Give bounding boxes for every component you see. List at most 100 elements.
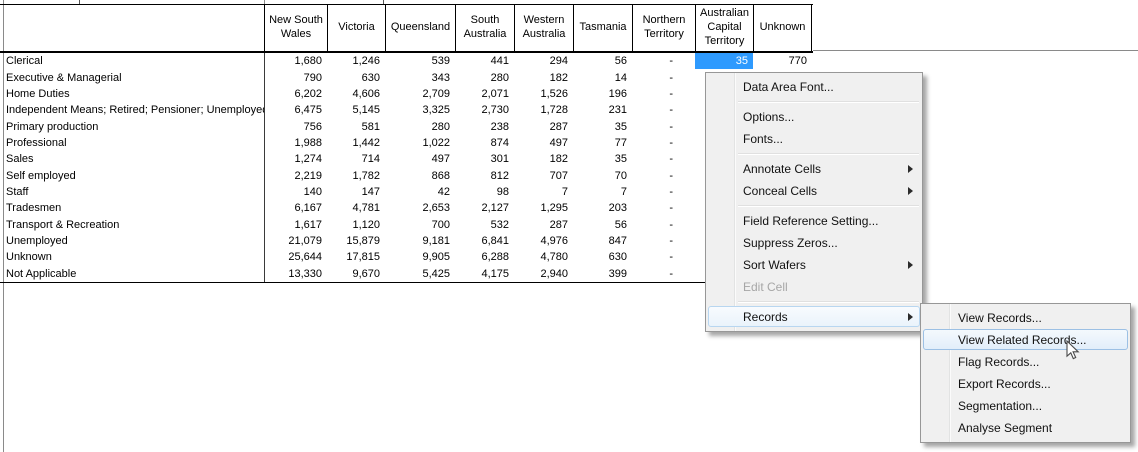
row-label[interactable]: Executive & Managerial: [0, 69, 264, 85]
column-header-south-australia[interactable]: South Australia: [455, 4, 514, 52]
menu-item-annotate-cells[interactable]: Annotate Cells: [706, 158, 922, 180]
data-cell[interactable]: 2,709: [385, 86, 455, 102]
data-cell[interactable]: 1,728: [514, 102, 573, 118]
data-cell[interactable]: 343: [385, 69, 455, 85]
data-cell[interactable]: 7: [573, 184, 632, 200]
menu-item-flag-records[interactable]: Flag Records...: [921, 351, 1130, 373]
data-cell[interactable]: 812: [455, 168, 514, 184]
row-label[interactable]: Home Duties: [0, 86, 264, 102]
menu-item-segmentation[interactable]: Segmentation...: [921, 395, 1130, 417]
column-header-northern-territory[interactable]: Northern Territory: [632, 4, 695, 52]
data-cell[interactable]: -: [632, 217, 695, 233]
data-cell[interactable]: 21,079: [264, 233, 327, 249]
data-cell[interactable]: 1,274: [264, 151, 327, 167]
column-header-new-south-wales[interactable]: New South Wales: [264, 4, 327, 52]
row-label[interactable]: Not Applicable: [0, 266, 264, 282]
data-cell[interactable]: 1,988: [264, 135, 327, 151]
data-cell[interactable]: 9,670: [327, 266, 385, 282]
data-cell[interactable]: -: [632, 86, 695, 102]
data-cell[interactable]: 2,730: [455, 102, 514, 118]
data-cell[interactable]: -: [632, 168, 695, 184]
menu-item-field-reference-setting[interactable]: Field Reference Setting...: [706, 210, 922, 232]
data-cell[interactable]: 56: [573, 217, 632, 233]
menu-item-view-records[interactable]: View Records...: [921, 307, 1130, 329]
data-cell[interactable]: 182: [514, 69, 573, 85]
data-cell[interactable]: 140: [264, 184, 327, 200]
data-cell[interactable]: 6,841: [455, 233, 514, 249]
menu-item-export-records[interactable]: Export Records...: [921, 373, 1130, 395]
row-label[interactable]: Staff: [0, 184, 264, 200]
menu-item-data-area-font[interactable]: Data Area Font...: [706, 76, 922, 98]
data-cell[interactable]: 294: [514, 53, 573, 69]
data-cell[interactable]: 4,780: [514, 249, 573, 265]
data-cell[interactable]: 1,526: [514, 86, 573, 102]
data-cell[interactable]: 868: [385, 168, 455, 184]
data-cell[interactable]: 6,288: [455, 249, 514, 265]
data-cell[interactable]: 3,325: [385, 102, 455, 118]
column-header-victoria[interactable]: Victoria: [327, 4, 385, 52]
menu-item-view-related-records[interactable]: View Related Records...: [921, 329, 1130, 351]
data-cell[interactable]: -: [632, 184, 695, 200]
data-cell[interactable]: 630: [573, 249, 632, 265]
data-cell[interactable]: 1,442: [327, 135, 385, 151]
data-cell[interactable]: 280: [385, 118, 455, 134]
data-cell[interactable]: 4,781: [327, 200, 385, 216]
data-cell[interactable]: 847: [573, 233, 632, 249]
data-cell[interactable]: 182: [514, 151, 573, 167]
data-cell[interactable]: 287: [514, 217, 573, 233]
data-cell[interactable]: 630: [327, 69, 385, 85]
data-cell[interactable]: 2,071: [455, 86, 514, 102]
menu-item-conceal-cells[interactable]: Conceal Cells: [706, 180, 922, 202]
data-cell[interactable]: 1,120: [327, 217, 385, 233]
data-cell[interactable]: 35: [573, 151, 632, 167]
data-cell[interactable]: 532: [455, 217, 514, 233]
column-header-queensland[interactable]: Queensland: [385, 4, 455, 52]
data-cell[interactable]: 13,330: [264, 266, 327, 282]
data-cell[interactable]: 2,940: [514, 266, 573, 282]
data-cell[interactable]: 581: [327, 118, 385, 134]
data-cell[interactable]: 770: [753, 53, 812, 69]
row-label[interactable]: Transport & Recreation: [0, 217, 264, 233]
data-cell[interactable]: -: [632, 266, 695, 282]
data-cell[interactable]: 874: [455, 135, 514, 151]
data-cell[interactable]: -: [632, 69, 695, 85]
data-cell[interactable]: 301: [455, 151, 514, 167]
data-cell[interactable]: 9,181: [385, 233, 455, 249]
row-label[interactable]: Clerical: [0, 53, 264, 69]
data-cell[interactable]: 14: [573, 69, 632, 85]
data-cell[interactable]: 497: [514, 135, 573, 151]
data-cell[interactable]: 147: [327, 184, 385, 200]
data-cell[interactable]: 700: [385, 217, 455, 233]
data-cell[interactable]: 5,425: [385, 266, 455, 282]
data-cell[interactable]: 714: [327, 151, 385, 167]
column-header-australian-capital-territory[interactable]: Australian Capital Territory: [695, 4, 753, 52]
column-header-tasmania[interactable]: Tasmania: [573, 4, 632, 52]
data-cell[interactable]: 238: [455, 118, 514, 134]
data-cell[interactable]: 497: [385, 151, 455, 167]
data-cell[interactable]: 6,202: [264, 86, 327, 102]
data-cell[interactable]: 1,680: [264, 53, 327, 69]
data-cell[interactable]: -: [632, 200, 695, 216]
data-cell[interactable]: -: [632, 118, 695, 134]
data-cell[interactable]: 231: [573, 102, 632, 118]
data-cell[interactable]: 98: [455, 184, 514, 200]
column-header-western-australia[interactable]: Western Australia: [514, 4, 573, 52]
data-cell[interactable]: 25,644: [264, 249, 327, 265]
data-cell[interactable]: 203: [573, 200, 632, 216]
data-cell[interactable]: 9,905: [385, 249, 455, 265]
row-label[interactable]: Tradesmen: [0, 200, 264, 216]
data-cell[interactable]: 6,167: [264, 200, 327, 216]
data-cell[interactable]: 707: [514, 168, 573, 184]
data-cell[interactable]: 35: [573, 118, 632, 134]
row-label[interactable]: Professional: [0, 135, 264, 151]
data-cell[interactable]: 42: [385, 184, 455, 200]
data-cell[interactable]: 287: [514, 118, 573, 134]
data-cell[interactable]: 280: [455, 69, 514, 85]
data-cell[interactable]: 77: [573, 135, 632, 151]
data-cell[interactable]: 15,879: [327, 233, 385, 249]
row-label[interactable]: Self employed: [0, 168, 264, 184]
row-label[interactable]: Independent Means; Retired; Pensioner; U…: [0, 102, 264, 118]
data-cell[interactable]: 7: [514, 184, 573, 200]
data-cell[interactable]: 790: [264, 69, 327, 85]
menu-item-suppress-zeros[interactable]: Suppress Zeros...: [706, 232, 922, 254]
